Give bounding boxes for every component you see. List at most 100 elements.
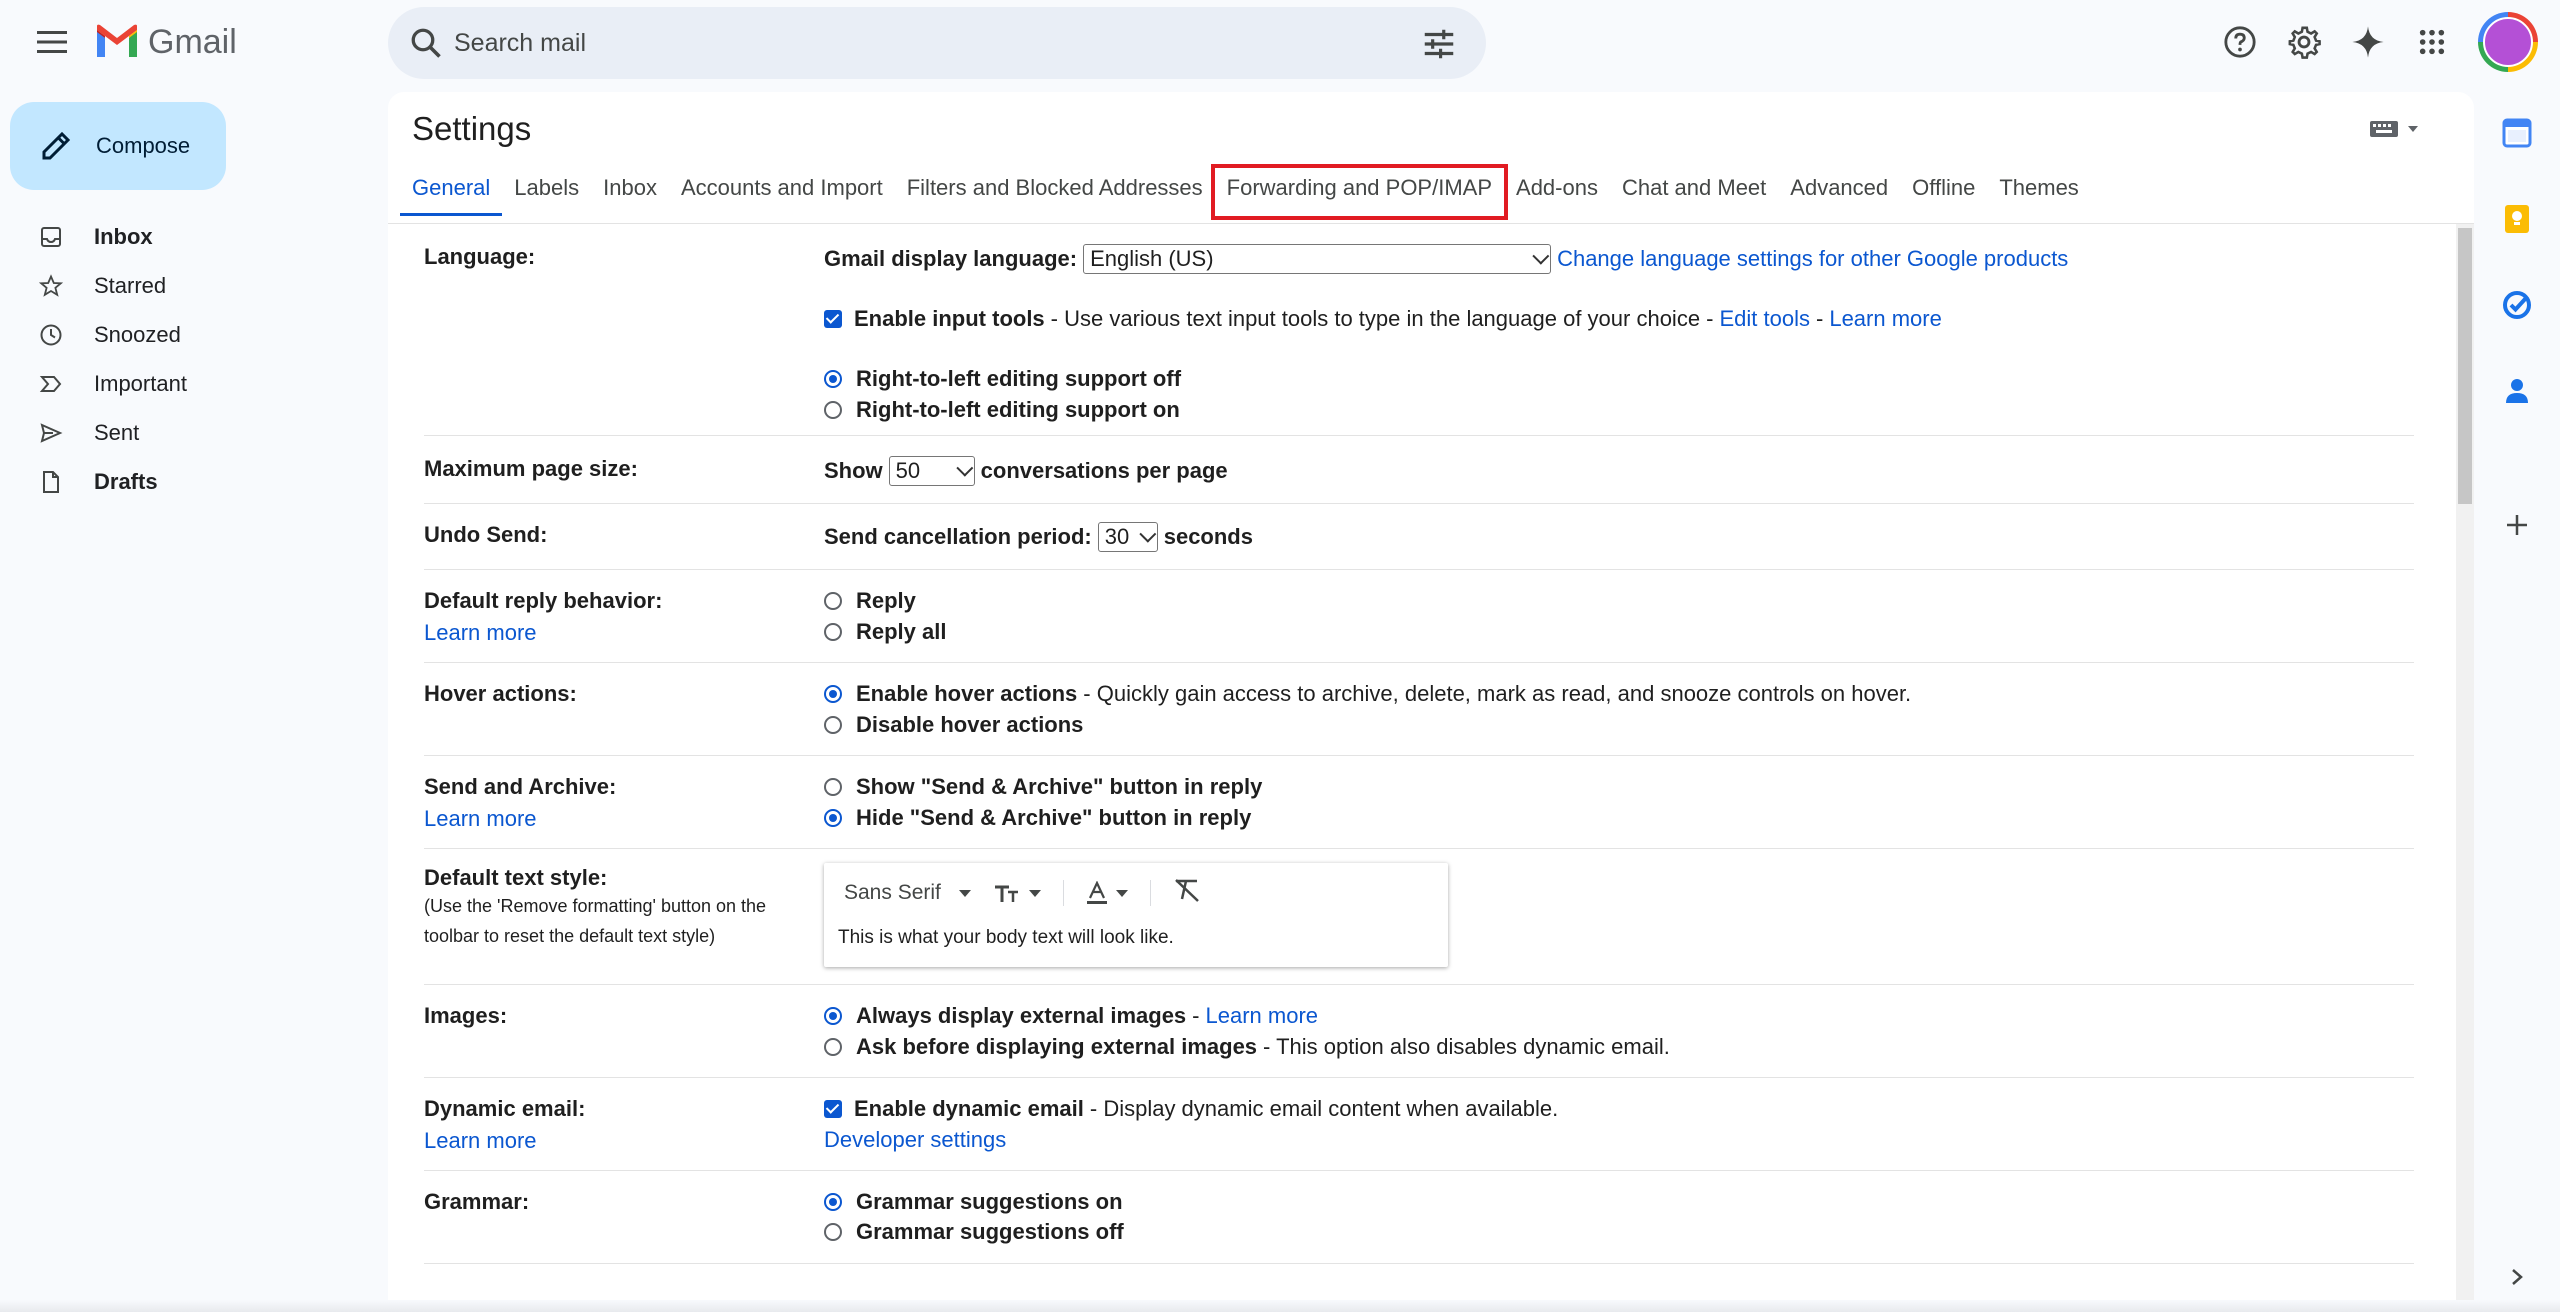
rtl-off-radio[interactable] <box>824 370 842 388</box>
sidebar-item-drafts[interactable]: Drafts <box>0 457 380 506</box>
keep-app-button[interactable] <box>2500 202 2534 236</box>
calendar-icon <box>2502 118 2532 148</box>
input-tools-toggle[interactable] <box>2368 114 2428 144</box>
calendar-app-button[interactable] <box>2500 116 2534 150</box>
tab-accounts-and-import[interactable]: Accounts and Import <box>669 168 895 216</box>
gemini-button[interactable] <box>2348 22 2388 62</box>
reply-label: Reply <box>856 588 916 613</box>
edit-tools-link[interactable]: Edit tools <box>1720 306 1811 332</box>
settings-scrollbar-thumb[interactable] <box>2458 228 2472 504</box>
send-archive-learn-more-link[interactable]: Learn more <box>424 806 616 832</box>
settings-panel: Settings General Labels Inbox Accounts a… <box>388 92 2474 1312</box>
contacts-app-button[interactable] <box>2500 374 2534 408</box>
enable-hover-radio[interactable] <box>824 685 842 703</box>
display-language-select[interactable]: English (US) <box>1083 244 1552 274</box>
ask-before-images-option[interactable]: Ask before displaying external images - … <box>824 1034 1670 1060</box>
reply-option[interactable]: Reply <box>824 588 916 614</box>
undo-send-select[interactable]: 30 <box>1097 522 1158 552</box>
tab-general[interactable]: General <box>400 168 503 216</box>
setting-label: Default reply behavior: Learn more <box>424 588 662 646</box>
compose-label: Compose <box>96 133 191 158</box>
tab-advanced[interactable]: Advanced <box>1778 168 1900 216</box>
account-avatar[interactable] <box>2478 12 2538 72</box>
show-send-archive-radio[interactable] <box>824 778 842 796</box>
search-icon[interactable] <box>408 25 444 61</box>
sidebar-nav: Inbox Starred Snoozed Important Sent Dra… <box>0 212 380 506</box>
gmail-logo[interactable]: Gmail <box>94 20 237 64</box>
search-options-icon[interactable] <box>1420 25 1458 63</box>
enable-hover-option[interactable]: Enable hover actions - Quickly gain acce… <box>824 681 1911 707</box>
tab-inbox[interactable]: Inbox <box>591 168 669 216</box>
remove-formatting-button[interactable] <box>1173 877 1201 909</box>
sidebar-item-inbox[interactable]: Inbox <box>0 212 380 261</box>
tab-add-ons[interactable]: Add-ons <box>1504 168 1610 216</box>
always-display-images-option[interactable]: Always display external images - Learn m… <box>824 1003 1318 1029</box>
tab-themes[interactable]: Themes <box>1987 168 2090 216</box>
text-color-button[interactable] <box>1086 881 1128 905</box>
help-button[interactable] <box>2220 22 2260 62</box>
grammar-off-option[interactable]: Grammar suggestions off <box>824 1219 1124 1245</box>
always-display-images-radio[interactable] <box>824 1007 842 1025</box>
enable-hover-desc: - Quickly gain access to archive, delete… <box>1083 681 1912 706</box>
tasks-app-button[interactable] <box>2500 288 2534 322</box>
tab-filters-and-blocked-addresses[interactable]: Filters and Blocked Addresses <box>895 168 1215 216</box>
tab-chat-and-meet[interactable]: Chat and Meet <box>1610 168 1778 216</box>
page-size-select[interactable]: 50 <box>888 456 975 486</box>
sidebar-item-sent[interactable]: Sent <box>0 408 380 457</box>
grammar-on-radio[interactable] <box>824 1193 842 1211</box>
undo-send-prefix: Send cancellation period: <box>824 524 1092 549</box>
enable-dynamic-email-option[interactable]: Enable dynamic email - Display dynamic e… <box>824 1096 1558 1122</box>
images-learn-more-link[interactable]: Learn more <box>1206 1003 1319 1029</box>
grammar-off-radio[interactable] <box>824 1223 842 1241</box>
dynamic-learn-more-link[interactable]: Learn more <box>424 1128 585 1154</box>
rtl-on-option[interactable]: Right-to-left editing support on <box>824 397 1180 423</box>
compose-button[interactable]: Compose <box>10 102 226 190</box>
search-input[interactable] <box>454 21 1354 65</box>
tab-offline[interactable]: Offline <box>1900 168 1987 216</box>
rtl-on-radio[interactable] <box>824 401 842 419</box>
input-tools-learn-more-link[interactable]: Learn more <box>1829 306 1942 332</box>
font-family-select[interactable]: Sans Serif <box>844 881 971 905</box>
help-icon <box>2224 26 2256 58</box>
change-language-link[interactable]: Change language settings for other Googl… <box>1557 246 2068 272</box>
hide-send-archive-radio[interactable] <box>824 809 842 827</box>
disable-hover-radio[interactable] <box>824 716 842 734</box>
display-language-row: Gmail display language: English (US) Cha… <box>824 244 2068 274</box>
reply-all-radio[interactable] <box>824 623 842 641</box>
developer-settings-link[interactable]: Developer settings <box>824 1127 1006 1153</box>
setting-label: Default text style: (Use the 'Remove for… <box>424 865 804 951</box>
inbox-icon <box>36 222 66 252</box>
show-send-archive-option[interactable]: Show "Send & Archive" button in reply <box>824 774 1262 800</box>
grammar-on-option[interactable]: Grammar suggestions on <box>824 1189 1123 1215</box>
font-size-button[interactable] <box>993 882 1041 904</box>
sidebar-item-important[interactable]: Important <box>0 359 380 408</box>
enable-dynamic-email-label: Enable dynamic email <box>854 1096 1084 1121</box>
enable-dynamic-email-checkbox[interactable] <box>824 1100 842 1118</box>
search-bar[interactable] <box>388 7 1486 79</box>
settings-button[interactable] <box>2284 22 2324 62</box>
gear-icon <box>2288 26 2321 59</box>
gmail-m-icon <box>97 24 137 57</box>
sidebar-item-starred[interactable]: Starred <box>0 261 380 310</box>
reply-learn-more-link[interactable]: Learn more <box>424 620 662 646</box>
hide-send-archive-option[interactable]: Hide "Send & Archive" button in reply <box>824 805 1251 831</box>
ask-before-images-radio[interactable] <box>824 1038 842 1056</box>
tab-forwarding-and-pop-imap[interactable]: Forwarding and POP/IMAP <box>1210 164 1509 220</box>
grammar-off-label: Grammar suggestions off <box>856 1219 1124 1244</box>
ask-before-images-desc: - This option also disables dynamic emai… <box>1263 1034 1670 1059</box>
show-side-panel-button[interactable] <box>2500 1260 2534 1294</box>
sparkle-icon <box>2352 26 2384 58</box>
sidebar-item-snoozed[interactable]: Snoozed <box>0 310 380 359</box>
input-tools-checkbox[interactable] <box>824 310 842 328</box>
disable-hover-label: Disable hover actions <box>856 712 1084 737</box>
reply-all-option[interactable]: Reply all <box>824 619 946 645</box>
rtl-off-option[interactable]: Right-to-left editing support off <box>824 366 1181 392</box>
disable-hover-option[interactable]: Disable hover actions <box>824 712 1083 738</box>
get-add-ons-button[interactable] <box>2500 508 2534 542</box>
google-apps-button[interactable] <box>2412 22 2452 62</box>
reply-radio[interactable] <box>824 592 842 610</box>
tab-labels[interactable]: Labels <box>502 168 591 216</box>
ask-before-images-label: Ask before displaying external images <box>856 1034 1258 1059</box>
side-panel-rail <box>2474 84 2560 1312</box>
main-menu-button[interactable] <box>28 20 76 64</box>
